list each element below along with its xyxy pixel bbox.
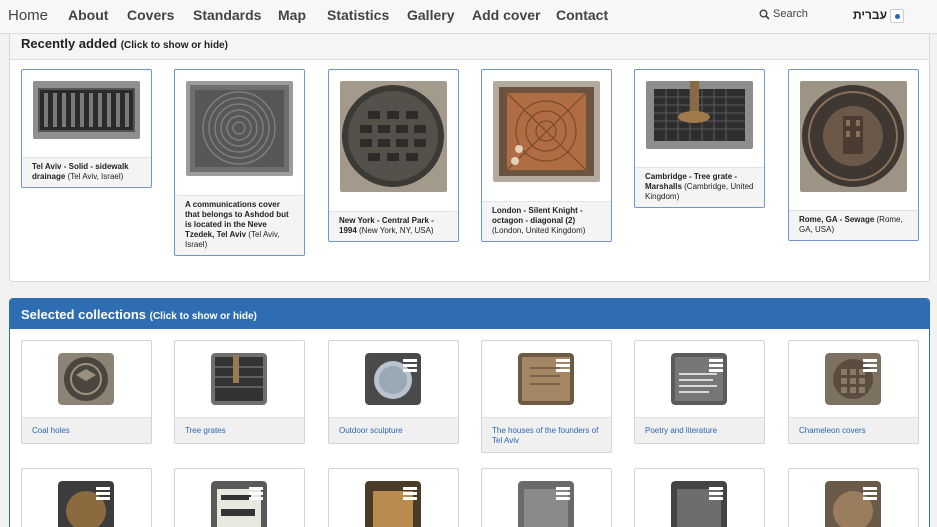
recent-cover-card[interactable]: A communications cover that belongs to A… <box>174 69 305 256</box>
nav-add-cover[interactable]: Add cover <box>472 7 540 23</box>
collection-label: Chameleon covers <box>789 417 918 443</box>
search-icon <box>759 9 770 20</box>
collection-photo <box>211 481 267 527</box>
collection-photo <box>671 353 727 405</box>
collection-photo <box>58 481 114 527</box>
selected-collections-title: Selected collections (Click to show or h… <box>21 307 257 322</box>
collection-card[interactable]: Poetry and literature <box>634 340 765 444</box>
cover-photo <box>800 81 907 192</box>
recent-cover-card[interactable]: Rome, GA - Sewage (Rome, GA, USA) <box>788 69 919 241</box>
cover-caption: Cambridge - Tree grate - Marshalls (Camb… <box>635 167 764 207</box>
collection-photo <box>58 353 114 405</box>
nav-standards[interactable]: Standards <box>193 7 261 23</box>
cover-photo <box>186 81 293 176</box>
search-link[interactable]: Search <box>759 8 808 20</box>
cover-photo <box>646 81 753 149</box>
collection-photo <box>518 481 574 527</box>
collection-card[interactable]: The houses of the founders of Tel Aviv <box>481 340 612 453</box>
collection-photo <box>518 353 574 405</box>
collection-card[interactable] <box>174 468 305 527</box>
collection-card[interactable]: Outdoor sculpture <box>328 340 459 444</box>
collection-card[interactable]: Tree grates <box>174 340 305 444</box>
cover-caption: London - Silent Knight - octagon - diago… <box>482 201 611 241</box>
recent-cover-card[interactable]: Cambridge - Tree grate - Marshalls (Camb… <box>634 69 765 208</box>
cover-caption: Tel Aviv - Solid - sidewalk drainage (Te… <box>22 157 151 187</box>
cover-photo <box>493 81 600 182</box>
collection-label: The houses of the founders of Tel Aviv <box>482 417 611 452</box>
cover-photo <box>33 81 140 139</box>
nav-covers[interactable]: Covers <box>127 7 174 23</box>
language-switch[interactable]: עברית <box>853 8 887 22</box>
collection-card[interactable] <box>21 468 152 527</box>
collection-card[interactable] <box>481 468 612 527</box>
cover-caption: A communications cover that belongs to A… <box>175 195 304 255</box>
recent-cover-card[interactable]: London - Silent Knight - octagon - diago… <box>481 69 612 242</box>
collection-photo <box>365 353 421 405</box>
collection-label: Poetry and literature <box>635 417 764 443</box>
cover-caption: Rome, GA - Sewage (Rome, GA, USA) <box>789 210 918 240</box>
selected-collections-header[interactable]: Selected collections (Click to show or h… <box>10 299 929 329</box>
nav-about[interactable]: About <box>68 7 108 23</box>
settings-icon[interactable] <box>890 9 904 23</box>
collection-photo <box>825 481 881 527</box>
collection-card[interactable] <box>328 468 459 527</box>
recent-cover-card[interactable]: Tel Aviv - Solid - sidewalk drainage (Te… <box>21 69 152 188</box>
collection-photo <box>365 481 421 527</box>
nav-map[interactable]: Map <box>278 7 306 23</box>
collection-label: Coal holes <box>22 417 151 443</box>
collection-card[interactable]: Chameleon covers <box>788 340 919 444</box>
collection-photo <box>211 353 267 405</box>
nav-statistics[interactable]: Statistics <box>327 7 389 23</box>
collection-card[interactable]: Coal holes <box>21 340 152 444</box>
collection-label: Outdoor sculpture <box>329 417 458 443</box>
nav-home[interactable]: Home <box>8 7 48 24</box>
recent-cover-card[interactable]: New York - Central Park - 1994 (New York… <box>328 69 459 242</box>
collection-card[interactable] <box>634 468 765 527</box>
collection-label: Tree grates <box>175 417 304 443</box>
cover-photo <box>340 81 447 192</box>
recently-added-title: Recently added (Click to show or hide) <box>21 36 228 51</box>
collection-photo <box>671 481 727 527</box>
search-label: Search <box>773 8 808 20</box>
nav-contact[interactable]: Contact <box>556 7 608 23</box>
nav-gallery[interactable]: Gallery <box>407 7 454 23</box>
collection-photo <box>825 353 881 405</box>
cover-caption: New York - Central Park - 1994 (New York… <box>329 211 458 241</box>
top-navbar: Home About Covers Standards Map Statisti… <box>0 0 937 34</box>
collection-card[interactable] <box>788 468 919 527</box>
recently-added-header[interactable]: Recently added (Click to show or hide) <box>10 34 929 60</box>
